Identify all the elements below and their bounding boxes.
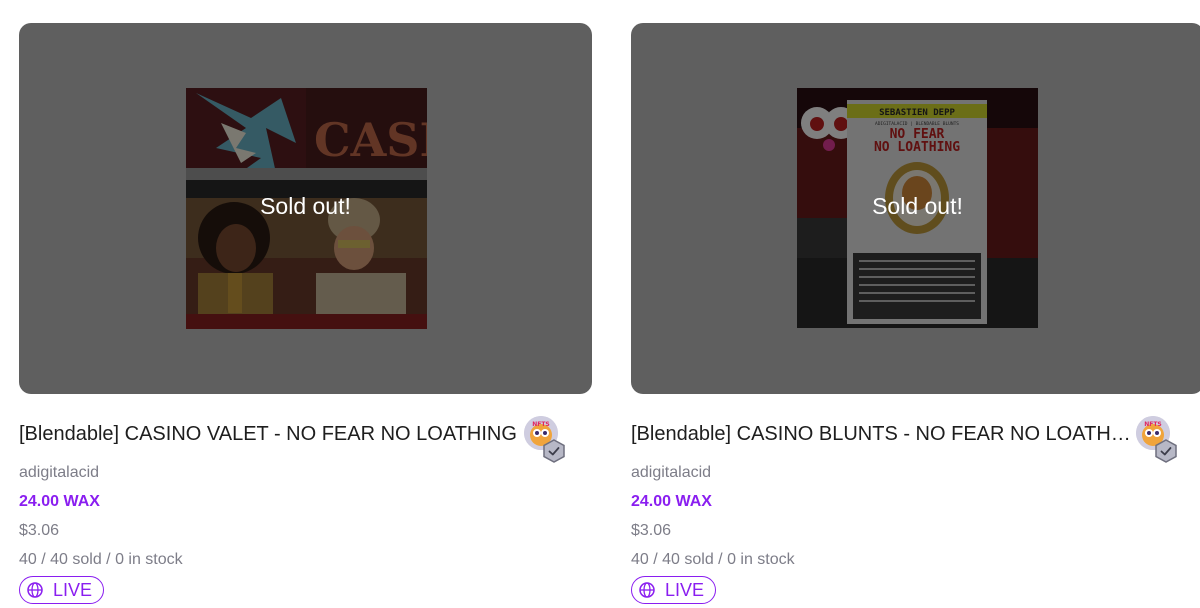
collection-name[interactable]: adigitalacid [19,458,593,487]
verified-badge-icon [543,439,565,463]
verified-badge-icon [1155,439,1177,463]
listing-title[interactable]: [Blendable] CASINO BLUNTS - NO FEAR NO L… [631,423,1131,446]
listing-media[interactable]: CASI Sold out! [19,23,592,394]
avatar-text: NFTS [1144,421,1162,428]
live-status-badge[interactable]: LIVE [19,576,105,604]
price-usd: $3.06 [19,522,60,539]
globe-icon [27,582,43,598]
listing-title[interactable]: [Blendable] CASINO VALET - NO FEAR NO LO… [19,423,519,446]
listing-grid: CASI Sold out! [0,0,1200,608]
live-status-badge[interactable]: LIVE [631,576,717,604]
sold-out-label: Sold out! [260,193,351,219]
sold-out-label: Sold out! [872,193,963,219]
live-status-label: LIVE [53,579,93,600]
listing-media[interactable]: SEBASTIEN DEPP ADIGITALACID | BLENDABLE … [631,23,1200,394]
price-wax: 24.00 WAX [19,493,100,510]
globe-icon [639,582,655,598]
stock-info: 40 / 40 sold / 0 in stock [19,551,183,568]
price-wax: 24.00 WAX [631,493,712,510]
listing-card[interactable]: SEBASTIEN DEPP ADIGITALACID | BLENDABLE … [631,23,1200,604]
price-usd: $3.06 [631,522,672,539]
stock-info: 40 / 40 sold / 0 in stock [631,551,795,568]
listing-card[interactable]: CASI Sold out! [19,23,593,604]
avatar-text: NFTS [532,421,550,428]
collection-name[interactable]: adigitalacid [631,458,1200,487]
live-status-label: LIVE [665,579,705,600]
